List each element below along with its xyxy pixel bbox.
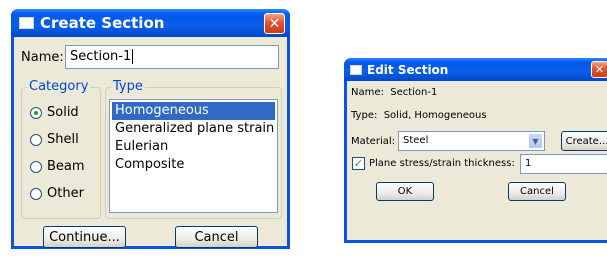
thickness-input-value: 1 (525, 158, 532, 169)
material-dropdown-value: Steel (403, 135, 429, 146)
type-item-homogeneous[interactable]: Homogeneous (112, 102, 275, 120)
close-button[interactable]: ✕ (264, 13, 285, 34)
name-label: Name: (21, 50, 64, 65)
name-input-value: Section-1 (70, 49, 132, 64)
type-item-eulerian[interactable]: Eulerian (112, 138, 275, 156)
chevron-down-icon: ▼ (528, 133, 543, 149)
type-item-label: Homogeneous (115, 103, 209, 118)
type-item-label: Composite (115, 157, 185, 172)
ok-button-label: OK (397, 186, 413, 197)
dialog-title: Edit Section (367, 62, 449, 77)
thickness-label: Plane stress/strain thickness: (369, 158, 515, 169)
type-group-label: Type (111, 79, 145, 94)
radio-button (30, 160, 42, 173)
dialog-title: Create Section (40, 14, 165, 32)
cancel-button-label: Cancel (520, 186, 554, 197)
radio-button (30, 187, 42, 200)
radio-beam[interactable]: Beam (30, 159, 85, 174)
edit-section-titlebar[interactable]: Edit Section ✕ (344, 58, 607, 81)
radio-other-label: Other (47, 186, 84, 201)
section-name-line: Name: Section-1 (351, 87, 438, 98)
radio-button (30, 133, 42, 146)
type-group: Type Homogeneous Generalized plane strai… (105, 79, 282, 219)
cancel-button[interactable]: Cancel (175, 226, 258, 248)
category-group-label: Category (27, 79, 91, 94)
radio-button-checked (30, 106, 42, 119)
section-type-line: Type: Solid, Homogeneous (351, 110, 487, 121)
type-item-composite[interactable]: Composite (112, 156, 275, 174)
create-section-titlebar[interactable]: Create Section ✕ (11, 9, 290, 37)
continue-button[interactable]: Continue... (43, 226, 126, 248)
create-material-button-label: Create... (565, 135, 607, 147)
window-icon (350, 64, 362, 75)
material-dropdown[interactable]: Steel ▼ (398, 131, 545, 151)
create-section-dialog: Create Section ✕ Name: Section-1 Categor… (11, 9, 290, 249)
text-cursor (132, 49, 134, 64)
category-group: Category Solid Shell Beam Other (21, 79, 101, 219)
window-icon (19, 17, 34, 29)
cancel-button-label: Cancel (194, 229, 239, 245)
radio-shell[interactable]: Shell (30, 132, 79, 147)
radio-solid-label: Solid (47, 105, 79, 120)
radio-other[interactable]: Other (30, 186, 84, 201)
type-item-generalized-plane-strain[interactable]: Generalized plane strain (112, 120, 275, 138)
name-input[interactable]: Section-1 (65, 45, 279, 69)
type-item-label: Generalized plane strain (115, 121, 275, 136)
thickness-checkbox-row[interactable]: ✓ Plane stress/strain thickness: (352, 157, 515, 170)
radio-shell-label: Shell (47, 132, 79, 147)
close-button[interactable]: ✕ (591, 61, 607, 78)
cancel-button[interactable]: Cancel (508, 182, 566, 201)
edit-section-dialog: Edit Section ✕ Name: Section-1 Type: Sol… (344, 58, 607, 243)
close-icon: ✕ (268, 15, 281, 32)
close-icon: ✕ (594, 63, 605, 76)
radio-beam-label: Beam (47, 159, 85, 174)
ok-button[interactable]: OK (376, 182, 434, 201)
type-list: Homogeneous Generalized plane strain Eul… (109, 99, 278, 213)
thickness-input[interactable]: 1 (520, 154, 607, 174)
continue-button-label: Continue... (49, 229, 120, 245)
checkbox-checked[interactable]: ✓ (352, 157, 365, 170)
material-label: Material: (351, 136, 395, 147)
radio-solid[interactable]: Solid (30, 105, 79, 120)
create-material-button[interactable]: Create... (561, 131, 607, 151)
type-item-label: Eulerian (115, 139, 169, 154)
